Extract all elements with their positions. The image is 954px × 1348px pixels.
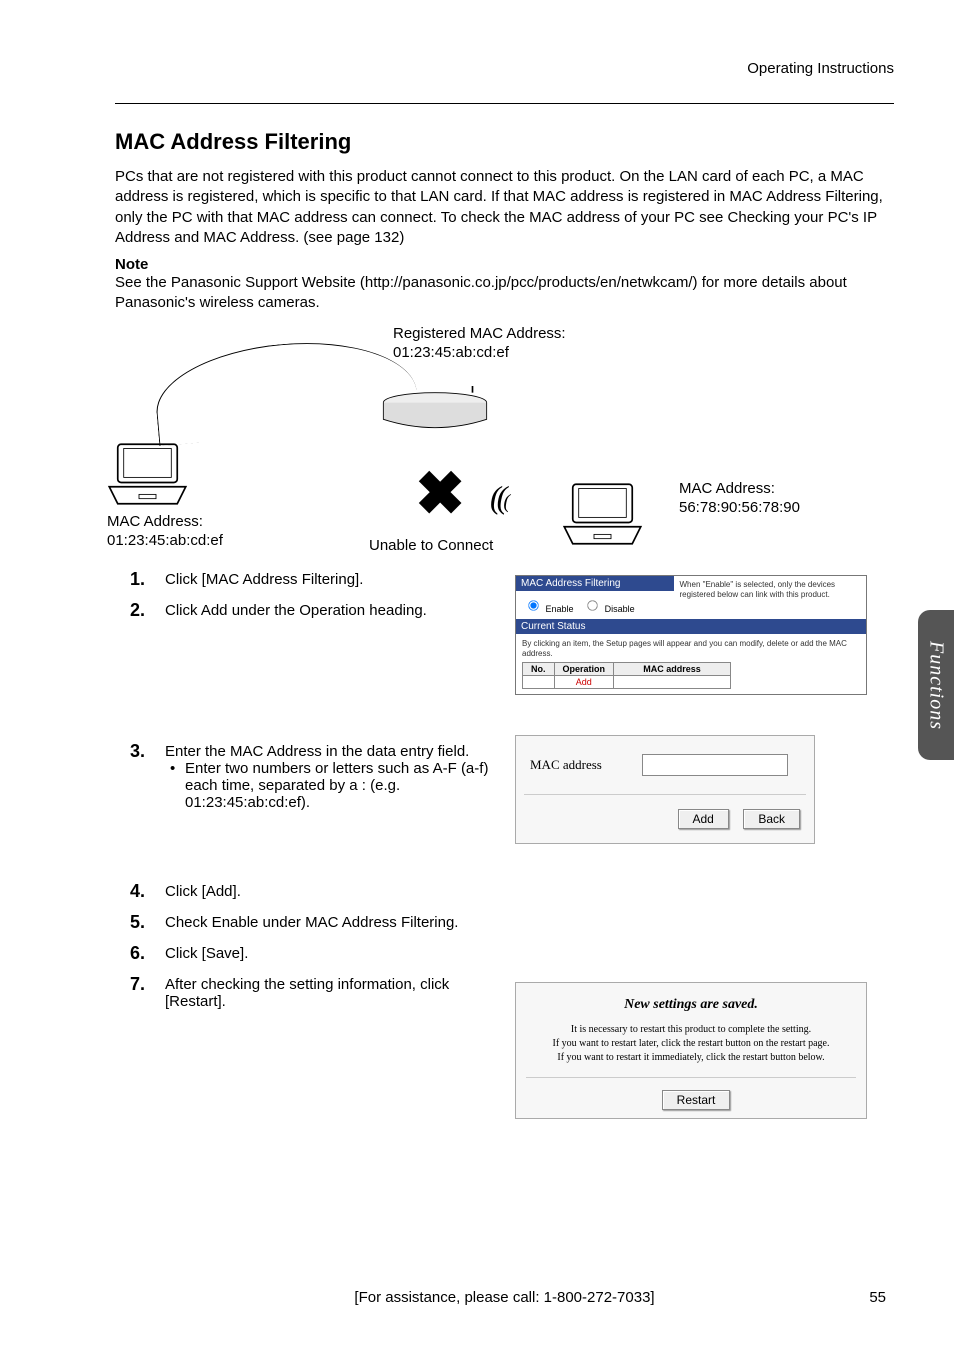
mac-address-label: MAC address: [530, 757, 602, 773]
registered-mac-caption: Registered MAC Address:: [393, 325, 566, 342]
mac-right-value: 56:78:90:56:78:90: [679, 499, 800, 516]
screenshot-mac-filtering-panel: MAC Address Filtering Enable Disable Whe…: [515, 575, 867, 695]
step-number: 3.: [115, 741, 165, 762]
enable-radio[interactable]: Enable: [522, 604, 574, 614]
saved-title: New settings are saved.: [526, 997, 856, 1013]
col-no: No.: [523, 663, 555, 676]
laptop-left-icon: [105, 439, 190, 509]
step-number: 1.: [115, 569, 165, 590]
laptop-right-icon: [560, 479, 645, 549]
step-text: Click [Add].: [165, 881, 241, 900]
mac-right-label: MAC Address: 56:78:90:56:78:90: [679, 479, 800, 518]
step-number: 4.: [115, 881, 165, 902]
step-5: 5. Check Enable under MAC Address Filter…: [115, 912, 894, 933]
mac-right-caption: MAC Address:: [679, 480, 775, 497]
step-text: After checking the setting information, …: [165, 974, 510, 1010]
step-3-main: Enter the MAC Address in the data entry …: [165, 743, 469, 760]
panel-header: MAC Address Filtering: [516, 576, 674, 591]
step-number: 7.: [115, 974, 165, 995]
mac-address-input[interactable]: [642, 754, 788, 776]
wifi-waves-icon: (((: [490, 479, 506, 516]
step-3-sub: Enter two numbers or letters such as A-F…: [165, 760, 510, 811]
screenshot-restart-panel: New settings are saved. It is necessary …: [515, 982, 867, 1119]
msg-line2: If you want to restart later, click the …: [553, 1038, 830, 1049]
disable-label: Disable: [605, 604, 635, 614]
msg-line3: If you want to restart it immediately, c…: [557, 1052, 824, 1063]
note-label: Note: [115, 256, 894, 273]
registered-mac-label: Registered MAC Address: 01:23:45:ab:cd:e…: [393, 324, 566, 363]
restart-button[interactable]: Restart: [662, 1090, 731, 1110]
disable-radio[interactable]: Disable: [581, 604, 635, 614]
running-header: Operating Instructions: [115, 60, 894, 83]
page-number: 55: [869, 1289, 886, 1306]
step-text: Click [MAC Address Filtering].: [165, 569, 363, 588]
msg-line1: It is necessary to restart this product …: [571, 1024, 811, 1035]
separator: [526, 1077, 856, 1078]
footer: [For assistance, please call: 1-800-272-…: [0, 1289, 954, 1306]
registered-mac-value: 01:23:45:ab:cd:ef: [393, 344, 509, 361]
saved-message: It is necessary to restart this product …: [526, 1023, 856, 1065]
enable-label: Enable: [546, 604, 574, 614]
page-title: MAC Address Filtering: [115, 129, 894, 155]
screenshot-mac-entry: MAC address Add Back: [515, 735, 815, 844]
step-number: 2.: [115, 600, 165, 621]
router-icon: [375, 386, 495, 436]
header-rule: [115, 103, 894, 104]
mac-table: No. Operation MAC address Add: [522, 662, 731, 689]
step-4: 4. Click [Add].: [115, 881, 894, 902]
step-text: Click [Save].: [165, 943, 248, 962]
mac-left-label: MAC Address: 01:23:45:ab:cd:ef: [107, 512, 223, 551]
step-text: Click Add under the Operation heading.: [165, 600, 427, 619]
back-button[interactable]: Back: [743, 809, 800, 829]
step-text: Enter the MAC Address in the data entry …: [165, 741, 510, 811]
col-operation: Operation: [554, 663, 614, 676]
col-mac: MAC address: [614, 663, 731, 676]
step-text: Check Enable under MAC Address Filtering…: [165, 912, 458, 931]
add-link[interactable]: Add: [576, 677, 592, 687]
diagram: Registered MAC Address: 01:23:45:ab:cd:e…: [115, 324, 894, 559]
cross-icon: ✖: [415, 464, 465, 524]
step-number: 5.: [115, 912, 165, 933]
panel-note: When "Enable" is selected, only the devi…: [674, 576, 867, 619]
current-status-header: Current Status: [516, 619, 866, 634]
status-text: By clicking an item, the Setup pages wil…: [522, 639, 860, 658]
mac-left-value: 01:23:45:ab:cd:ef: [107, 532, 223, 549]
mac-left-caption: MAC Address:: [107, 513, 203, 530]
unable-to-connect-label: Unable to Connect: [369, 537, 493, 554]
intro-paragraph: PCs that are not registered with this pr…: [115, 167, 894, 248]
add-button[interactable]: Add: [678, 809, 729, 829]
step-6: 6. Click [Save].: [115, 943, 894, 964]
footer-assist: [For assistance, please call: 1-800-272-…: [354, 1289, 654, 1306]
step-number: 6.: [115, 943, 165, 964]
note-text: See the Panasonic Support Website (http:…: [115, 273, 894, 314]
